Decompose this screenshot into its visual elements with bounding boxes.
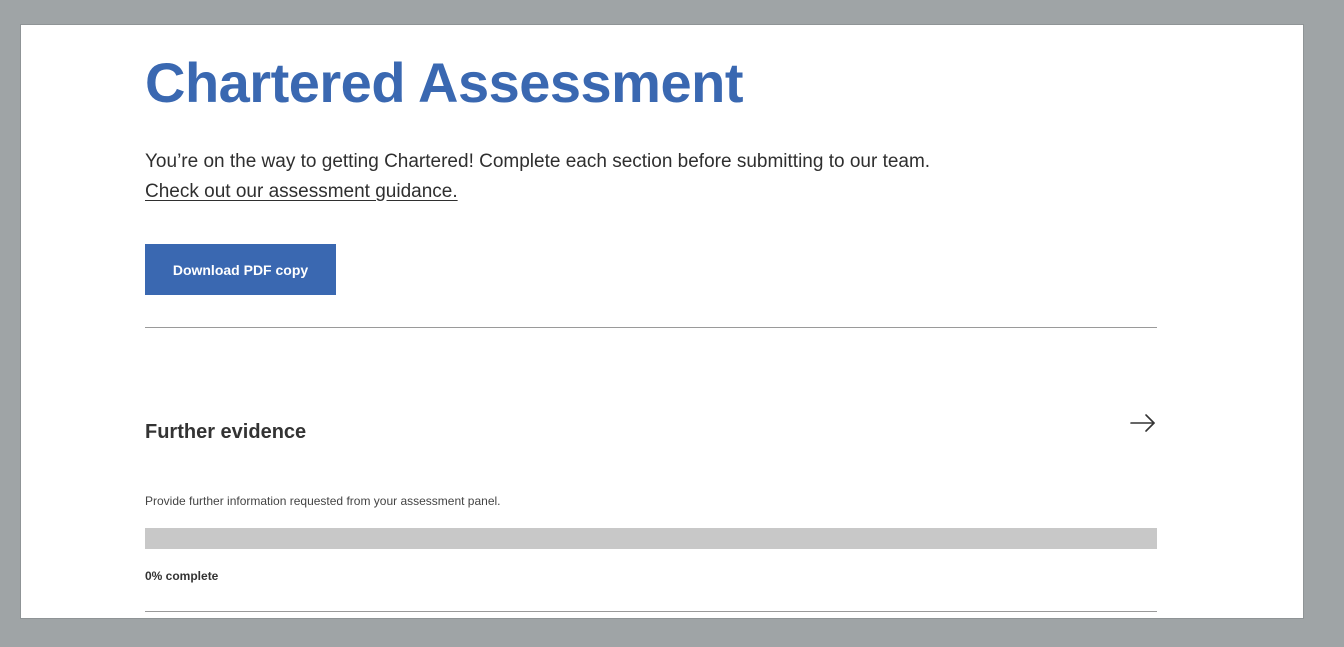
section-title: Further evidence bbox=[145, 421, 307, 443]
arrow-right-icon-graphic bbox=[1130, 414, 1155, 432]
page-title: Chartered Assessment bbox=[145, 51, 743, 114]
arrow-right-icon[interactable] bbox=[1129, 411, 1157, 435]
intro-text: You’re on the way to getting Chartered! … bbox=[145, 151, 931, 172]
section-description: Provide further information requested fr… bbox=[145, 494, 501, 508]
progress-bar bbox=[145, 528, 1157, 549]
assessment-guidance-link[interactable]: Check out our assessment guidance. bbox=[145, 177, 458, 207]
divider bbox=[145, 327, 1157, 328]
download-pdf-button[interactable]: Download PDF copy bbox=[145, 244, 336, 295]
divider bbox=[145, 611, 1157, 612]
progress-label: 0% complete bbox=[145, 569, 219, 583]
page-frame: Chartered Assessment You’re on the way t… bbox=[20, 24, 1304, 619]
